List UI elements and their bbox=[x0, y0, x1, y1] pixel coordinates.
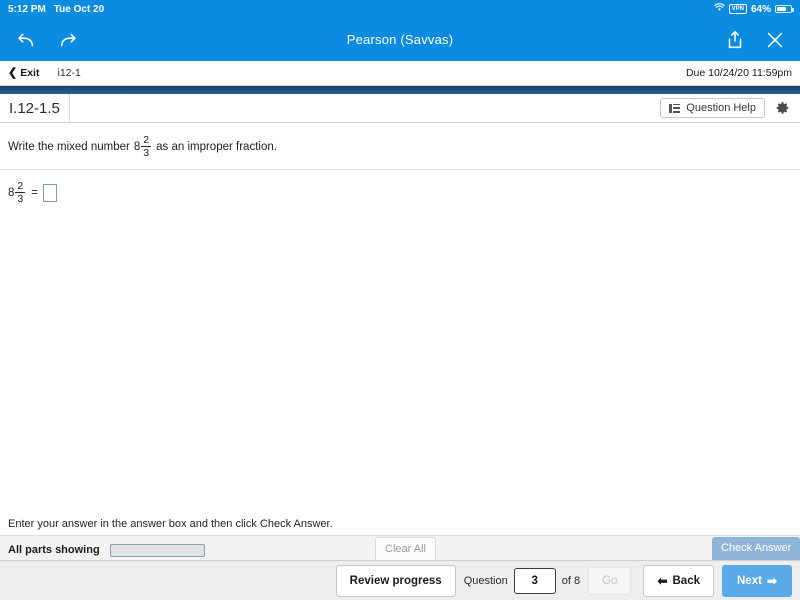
arrow-right-icon: ➡ bbox=[766, 573, 777, 588]
question-help-button[interactable]: Question Help bbox=[660, 98, 765, 118]
check-answer-button[interactable]: Check Answer bbox=[712, 537, 800, 562]
battery-percent: 64% bbox=[750, 3, 771, 15]
answer-fraction-numerator: 2 bbox=[17, 179, 24, 192]
parts-showing-label: All parts showing bbox=[8, 544, 100, 556]
arrow-left-icon: ⬅ bbox=[657, 573, 668, 588]
browser-page-title: Pearson (Savvas) bbox=[346, 32, 454, 47]
battery-icon bbox=[775, 5, 794, 13]
exit-label: Exit bbox=[20, 67, 40, 79]
review-progress-button[interactable]: Review progress bbox=[335, 564, 456, 597]
question-help-label: Question Help bbox=[686, 102, 756, 114]
status-date: Tue Oct 20 bbox=[53, 3, 105, 15]
back-label: Back bbox=[672, 574, 701, 587]
browser-nav-right bbox=[724, 29, 786, 51]
share-icon[interactable] bbox=[724, 29, 746, 51]
prompt-fraction-denominator: 3 bbox=[143, 147, 150, 159]
assignment-sub-header: ❮ Exit i12-1 Due 10/24/20 11:59pm bbox=[0, 61, 800, 86]
instruction-text: Enter your answer in the answer box and … bbox=[0, 512, 800, 536]
exit-button[interactable]: ❮ Exit bbox=[8, 67, 39, 79]
go-label: Go bbox=[602, 574, 618, 587]
bottom-toolbar: Review progress Question of 8 Go ⬅ Back … bbox=[0, 560, 800, 600]
browser-nav-bar: Pearson (Savvas) bbox=[0, 18, 800, 61]
status-time: 5:12 PM bbox=[8, 3, 46, 15]
vpn-badge: VPN bbox=[728, 4, 747, 14]
wifi-icon bbox=[713, 3, 725, 15]
answer-fraction: 2 3 bbox=[15, 179, 26, 205]
close-icon[interactable] bbox=[764, 29, 786, 51]
answer-whole-number: 8 bbox=[8, 187, 15, 199]
question-number-input[interactable] bbox=[513, 567, 556, 594]
browser-title-wrap: Pearson (Savvas) bbox=[0, 18, 800, 61]
gear-icon[interactable] bbox=[775, 101, 790, 116]
status-bar: 5:12 PM Tue Oct 20 VPN 64% bbox=[0, 0, 800, 18]
go-button[interactable]: Go bbox=[588, 566, 632, 595]
status-bar-left: 5:12 PM Tue Oct 20 bbox=[8, 4, 104, 15]
due-date-text: Due 10/24/20 11:59pm bbox=[685, 67, 792, 79]
assignment-id: i12-1 bbox=[57, 67, 81, 79]
next-label: Next bbox=[737, 574, 762, 587]
back-arrow-icon[interactable] bbox=[14, 29, 36, 51]
answer-equation-row: 8 2 3 = bbox=[0, 170, 800, 216]
question-prompt-after: as an improper fraction. bbox=[156, 141, 277, 153]
app-root: 5:12 PM Tue Oct 20 VPN 64% Pearson (Savv… bbox=[0, 0, 800, 600]
next-button[interactable]: Next ➡ bbox=[722, 564, 792, 597]
prompt-mixed-number: 8 2 3 bbox=[130, 133, 152, 159]
answer-input-box[interactable] bbox=[42, 184, 57, 202]
page-title: I.12-1.5 bbox=[0, 93, 70, 123]
exercise-header: I.12-1.5 Question Help bbox=[0, 93, 800, 123]
header-divider-bar bbox=[0, 86, 800, 94]
forward-arrow-icon[interactable] bbox=[58, 29, 80, 51]
prompt-fraction: 2 3 bbox=[141, 133, 152, 159]
instruction-label: Enter your answer in the answer box and … bbox=[8, 517, 333, 530]
list-icon bbox=[669, 103, 681, 113]
back-button[interactable]: ⬅ Back bbox=[643, 564, 714, 597]
clear-all-label: Clear All bbox=[385, 543, 426, 555]
question-area: Write the mixed number 8 2 3 as an impro… bbox=[0, 123, 800, 511]
question-prompt-before: Write the mixed number bbox=[8, 141, 130, 153]
answer-fraction-denominator: 3 bbox=[17, 193, 24, 205]
review-progress-label: Review progress bbox=[349, 574, 442, 587]
check-answer-label: Check Answer bbox=[721, 542, 792, 554]
status-bar-right: VPN 64% bbox=[713, 3, 794, 15]
sub-header-left: ❮ Exit i12-1 bbox=[8, 67, 81, 79]
prompt-fraction-numerator: 2 bbox=[143, 133, 150, 146]
question-prompt: Write the mixed number 8 2 3 as an impro… bbox=[0, 123, 800, 170]
browser-nav-left bbox=[14, 29, 80, 51]
equals-sign: = bbox=[31, 187, 38, 199]
question-navigator: Question of 8 bbox=[463, 567, 581, 594]
parts-progress-bar bbox=[109, 543, 205, 557]
prompt-whole-number: 8 bbox=[133, 141, 141, 153]
question-word-label: Question bbox=[463, 574, 508, 587]
answer-mixed-number: 8 2 3 bbox=[8, 179, 26, 205]
question-total-label: of 8 bbox=[561, 574, 581, 587]
chevron-left-icon: ❮ bbox=[8, 66, 18, 79]
exercise-header-tools: Question Help bbox=[660, 98, 800, 118]
